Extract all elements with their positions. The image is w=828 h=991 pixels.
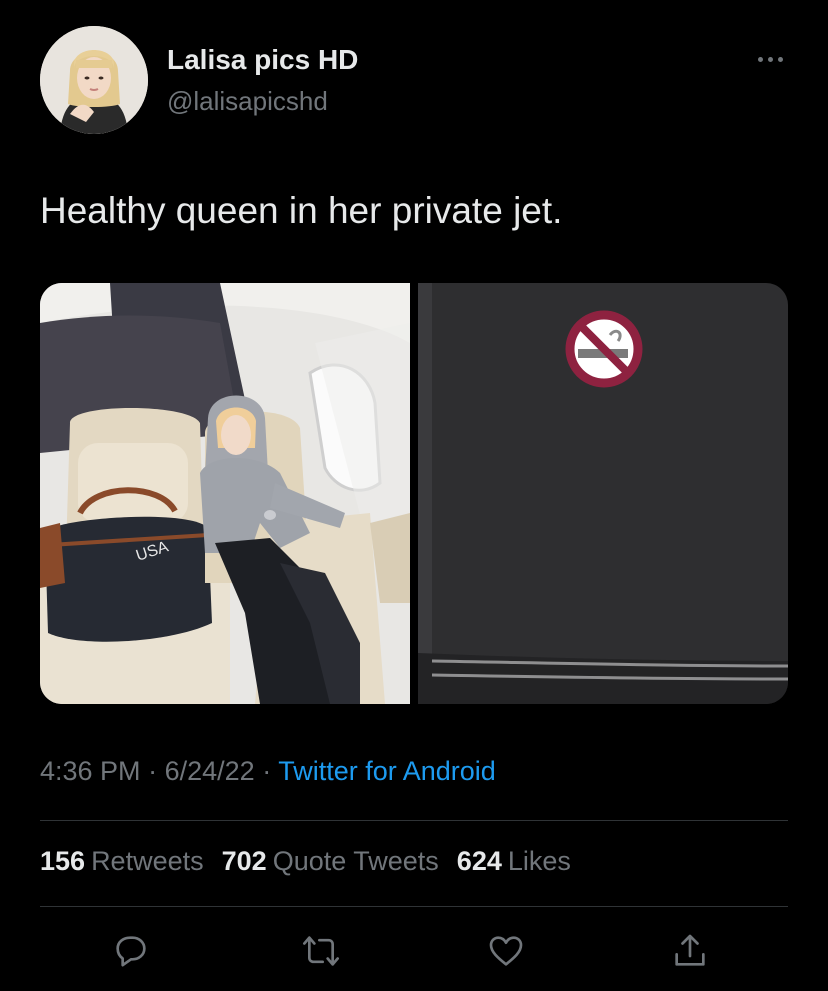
meta-separator: · (148, 756, 158, 786)
quote-tweets-label: Quote Tweets (272, 846, 439, 876)
divider (40, 820, 788, 821)
action-bar (0, 922, 828, 982)
share-button[interactable] (667, 928, 713, 974)
more-options-icon[interactable] (752, 52, 788, 66)
reply-icon (116, 936, 146, 967)
avatar[interactable] (40, 26, 148, 134)
share-icon (675, 934, 705, 966)
tweet-text: Healthy queen in her private jet. (40, 190, 563, 231)
reply-button[interactable] (108, 928, 154, 974)
retweet-icon (303, 936, 339, 966)
tweet-media[interactable]: USA (40, 283, 788, 704)
author-handle[interactable]: @lalisapicshd (167, 86, 328, 117)
retweet-button[interactable] (298, 928, 344, 974)
likes-stat[interactable]: 624 Likes (457, 846, 571, 877)
retweets-label: Retweets (91, 846, 204, 876)
tweet-date[interactable]: 6/24/22 (165, 756, 255, 786)
divider (40, 906, 788, 907)
like-icon (489, 936, 523, 966)
photo-jet-cabin-image: USA (40, 283, 410, 704)
tweet-time: 4:36 PM (40, 756, 141, 786)
retweets-count: 156 (40, 846, 86, 876)
more-dot (777, 56, 783, 62)
quote-tweets-stat[interactable]: 702 Quote Tweets (222, 846, 439, 877)
retweets-stat[interactable]: 156 Retweets (40, 846, 204, 877)
more-dot (767, 56, 773, 62)
avatar-image (40, 26, 148, 134)
engagement-stats: 156 Retweets 702 Quote Tweets 624 Likes (40, 846, 571, 877)
photo-no-smoking-image (418, 283, 788, 704)
likes-label: Likes (507, 846, 571, 876)
more-dot (757, 56, 763, 62)
no-smoking-icon (565, 310, 643, 388)
like-button[interactable] (483, 928, 529, 974)
tweet-metadata: 4:36 PM · 6/24/22 · Twitter for Android (40, 756, 496, 787)
photo-jet-cabin[interactable]: USA (40, 283, 410, 704)
meta-separator: · (262, 756, 272, 786)
quote-tweets-count: 702 (221, 846, 267, 876)
likes-count: 624 (456, 846, 502, 876)
tweet-source-link[interactable]: Twitter for Android (278, 756, 496, 786)
author-display-name[interactable]: Lalisa pics HD (167, 44, 358, 76)
photo-no-smoking-sign[interactable] (418, 283, 788, 704)
